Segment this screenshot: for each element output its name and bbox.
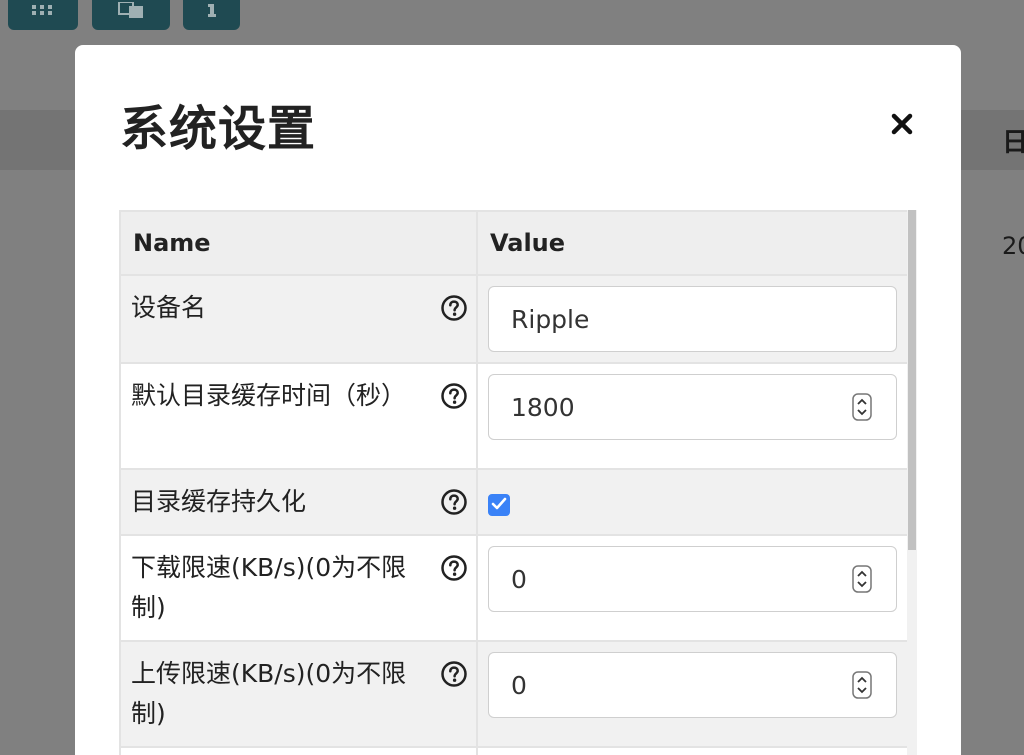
- close-icon: [891, 113, 913, 139]
- setting-name-cell: 目录缓存持久化: [119, 468, 478, 536]
- copy-icon: [115, 2, 147, 18]
- cache-persist-checkbox[interactable]: [488, 494, 510, 516]
- checkmark-icon: [491, 496, 507, 515]
- background-toolbar: [0, 0, 1024, 30]
- download-limit-value: 0: [511, 564, 527, 594]
- cache-time-value: 1800: [511, 392, 575, 422]
- setting-name-cell: 设备名: [119, 274, 478, 364]
- setting-label-cache-persist: 目录缓存持久化: [131, 487, 307, 516]
- setting-value-cell: 0: [476, 534, 909, 642]
- setting-label-cache-time: 默认目录缓存时间（秒）: [131, 381, 407, 410]
- settings-table: Name Value 设备名 Ripple 默认目录缓存时间（秒） 1800 目…: [119, 210, 909, 755]
- stepper-arrows-icon[interactable]: [852, 671, 872, 699]
- setting-label-device-name: 设备名: [131, 293, 207, 322]
- scrollbar-thumb[interactable]: [908, 210, 916, 550]
- question-circle-icon[interactable]: [440, 660, 468, 688]
- settings-table-container: Name Value 设备名 Ripple 默认目录缓存时间（秒） 1800 目…: [119, 210, 917, 755]
- info-button[interactable]: [183, 0, 240, 30]
- setting-name-cell: [119, 746, 478, 755]
- column-header-name: Name: [119, 210, 478, 276]
- upload-limit-value: 0: [511, 670, 527, 700]
- table-row: 设备名 Ripple: [119, 274, 909, 364]
- cache-time-input[interactable]: 1800: [488, 374, 897, 440]
- table-row: 目录缓存持久化: [119, 468, 909, 536]
- modal-title: 系统设置: [120, 101, 317, 157]
- grid-button[interactable]: [8, 0, 78, 30]
- question-circle-icon[interactable]: [440, 488, 468, 516]
- setting-value-cell: 0: [476, 640, 909, 748]
- setting-name-cell: 上传限速(KB/s)(0为不限制): [119, 640, 478, 748]
- grid-icon: [31, 4, 55, 16]
- copy-button[interactable]: [92, 0, 170, 30]
- background-cell: 20: [1002, 232, 1024, 260]
- table-scrollbar[interactable]: [907, 210, 917, 755]
- question-circle-icon[interactable]: [440, 382, 468, 410]
- question-circle-icon[interactable]: [440, 554, 468, 582]
- close-button[interactable]: [887, 111, 917, 141]
- stepper-arrows-icon[interactable]: [852, 565, 872, 593]
- info-icon: [205, 2, 219, 18]
- setting-name-cell: 下载限速(KB/s)(0为不限制): [119, 534, 478, 642]
- question-circle-icon[interactable]: [440, 294, 468, 322]
- upload-limit-input[interactable]: 0: [488, 652, 897, 718]
- setting-value-cell: [476, 746, 909, 755]
- stepper-arrows-icon[interactable]: [852, 393, 872, 421]
- table-row: 上传限速(KB/s)(0为不限制) 0: [119, 640, 909, 748]
- device-name-value: Ripple: [511, 304, 590, 334]
- device-name-input[interactable]: Ripple: [488, 286, 897, 352]
- setting-name-cell: 默认目录缓存时间（秒）: [119, 362, 478, 470]
- setting-value-cell: 1800: [476, 362, 909, 470]
- setting-value-cell: Ripple: [476, 274, 909, 364]
- setting-label-upload-limit: 上传限速(KB/s)(0为不限制): [131, 659, 407, 728]
- column-header-value: Value: [476, 210, 909, 276]
- setting-label-download-limit: 下载限速(KB/s)(0为不限制): [131, 553, 407, 622]
- settings-modal: 系统设置 Name Value 设备名 Ripple 默认目录缓存时间（秒） 1…: [75, 45, 961, 755]
- download-limit-input[interactable]: 0: [488, 546, 897, 612]
- setting-value-cell: [476, 468, 909, 536]
- table-row: 默认目录缓存时间（秒） 1800: [119, 362, 909, 470]
- table-row: [119, 746, 909, 755]
- table-row: 下载限速(KB/s)(0为不限制) 0: [119, 534, 909, 642]
- background-column-head: 日: [1002, 128, 1024, 158]
